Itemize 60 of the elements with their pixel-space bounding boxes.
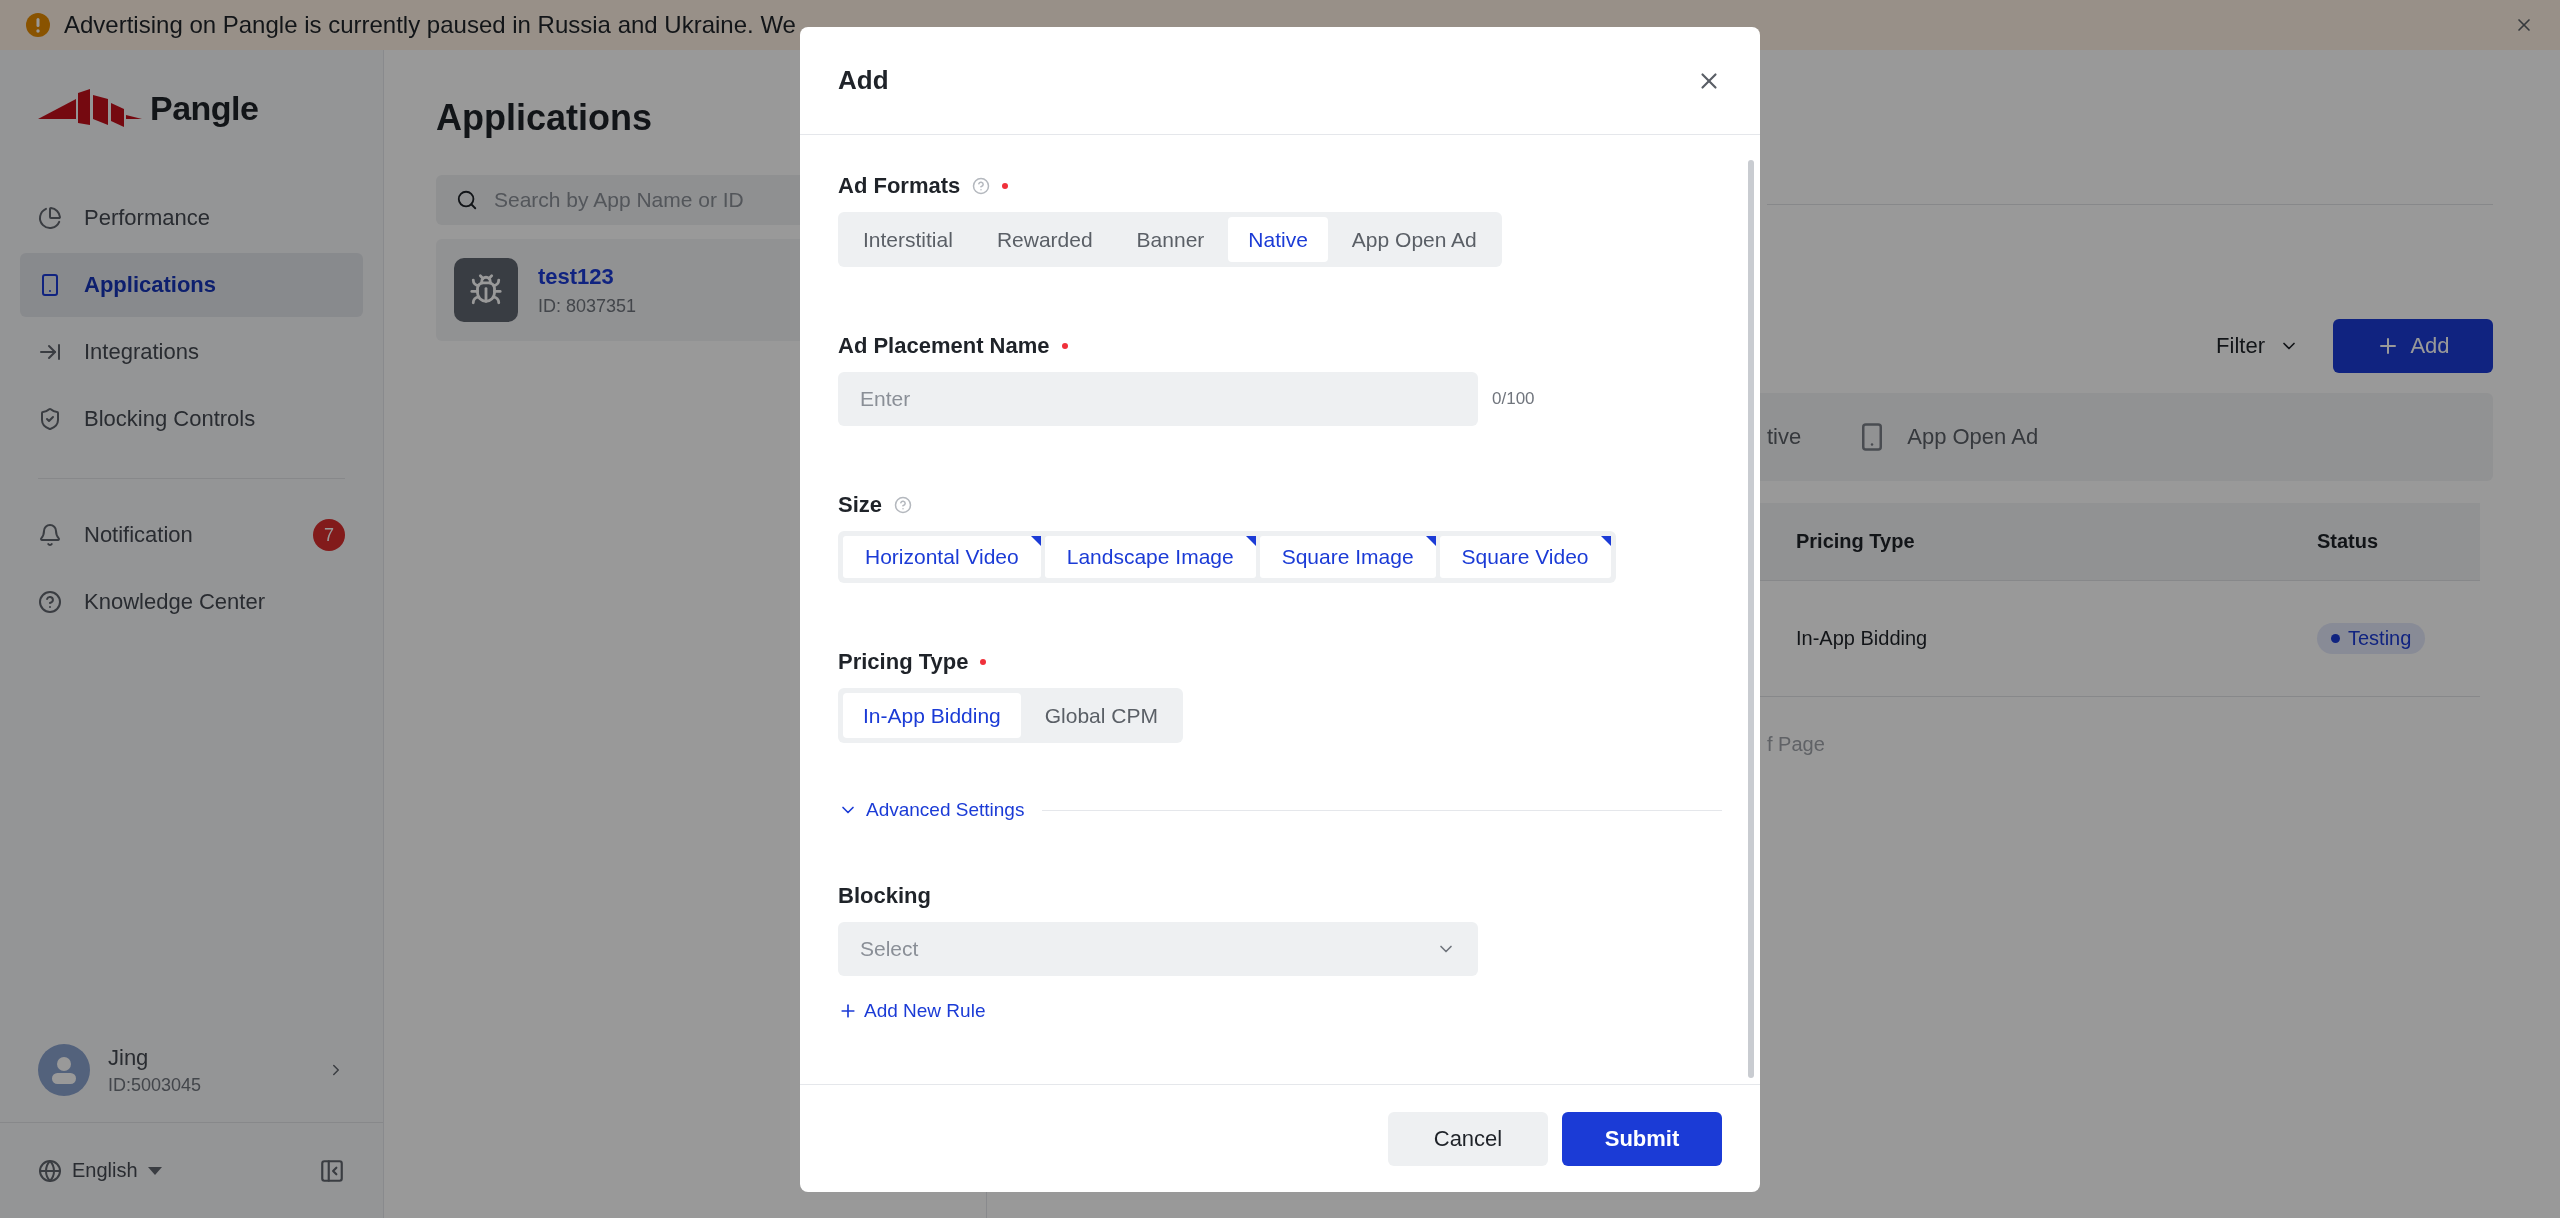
format-tab[interactable]: App Open Ad	[1907, 424, 2039, 450]
search-icon	[456, 189, 478, 211]
add-rule-link[interactable]: Add New Rule	[838, 1000, 986, 1022]
pagination-text: f Page	[1767, 733, 1826, 756]
warning-icon	[26, 13, 50, 37]
nav-item[interactable]: Applications	[20, 253, 363, 317]
status-badge: Testing	[2317, 623, 2426, 654]
field-label: Size	[838, 492, 883, 518]
placement-name-field[interactable]: Enter	[838, 372, 1478, 426]
size-option[interactable]: Square Image	[1259, 536, 1436, 578]
field-label: Pricing Type	[838, 649, 969, 675]
nav-item[interactable]: Blocking Controls	[20, 387, 363, 451]
field-label: Blocking	[838, 883, 931, 909]
nav-icon	[38, 206, 62, 230]
avatar-icon[interactable]	[38, 1044, 90, 1096]
format-option[interactable]: Banner	[1116, 217, 1225, 262]
cancel-button[interactable]: Cancel	[1388, 1111, 1548, 1166]
filter-dropdown[interactable]: Filter	[2216, 333, 2299, 359]
bug-icon	[454, 258, 518, 322]
format-option[interactable]: Native	[1228, 217, 1328, 262]
app-name: test123	[538, 263, 615, 290]
pricing-option[interactable]: In-App Bidding	[843, 693, 1021, 738]
size-option[interactable]: Horizontal Video	[843, 536, 1041, 578]
size-option[interactable]: Landscape Image	[1044, 536, 1256, 578]
nav-item[interactable]: Notification 7	[20, 503, 363, 567]
nav-icon	[38, 523, 62, 547]
nav-icon	[38, 590, 62, 614]
nav-item[interactable]: Integrations	[20, 320, 363, 384]
globe-icon	[38, 1158, 62, 1183]
add-button[interactable]: Add	[2333, 319, 2493, 373]
format-tab[interactable]: tive	[1767, 424, 1802, 450]
blocking-select[interactable]: Select	[838, 922, 1478, 976]
pricing-option[interactable]: Global CPM	[1024, 693, 1178, 738]
nav-item[interactable]: Knowledge Center	[20, 570, 363, 634]
format-option[interactable]: App Open Ad	[1331, 217, 1497, 262]
column-header: Status	[2317, 503, 2480, 581]
nav-item[interactable]: Performance	[20, 186, 363, 250]
user-id: ID:5003045	[108, 1074, 203, 1096]
count-badge: 7	[313, 519, 345, 551]
advanced-settings-toggle[interactable]: Advanced Settings	[838, 799, 1025, 821]
logo-text: Pangle	[150, 88, 259, 128]
column-header: Pricing Type	[1796, 503, 2317, 581]
logo-icon	[38, 89, 142, 127]
dialog-title: Add	[838, 65, 889, 96]
scrollbar[interactable]	[1748, 160, 1754, 1078]
character-counter: 0/100	[1492, 389, 1535, 409]
size-option[interactable]: Square Video	[1439, 536, 1611, 578]
help-icon[interactable]	[972, 177, 991, 195]
nav-icon	[38, 407, 62, 431]
user-name: Jing	[108, 1044, 150, 1071]
field-label: Ad Formats	[838, 173, 961, 199]
page-title: Applications	[436, 97, 653, 139]
submit-button[interactable]: Submit	[1562, 1111, 1722, 1166]
help-icon[interactable]	[894, 496, 913, 514]
banner-text: Advertising on Pangle is currently paused in Russia and Ukraine. We	[64, 11, 797, 39]
caret-icon	[147, 1166, 162, 1175]
table-cell: In-App Bidding	[1796, 581, 2317, 697]
app-id: ID: 8037351	[538, 295, 637, 317]
language-selector[interactable]: English	[38, 1158, 309, 1183]
collapse-sidebar-icon[interactable]	[319, 1157, 345, 1184]
